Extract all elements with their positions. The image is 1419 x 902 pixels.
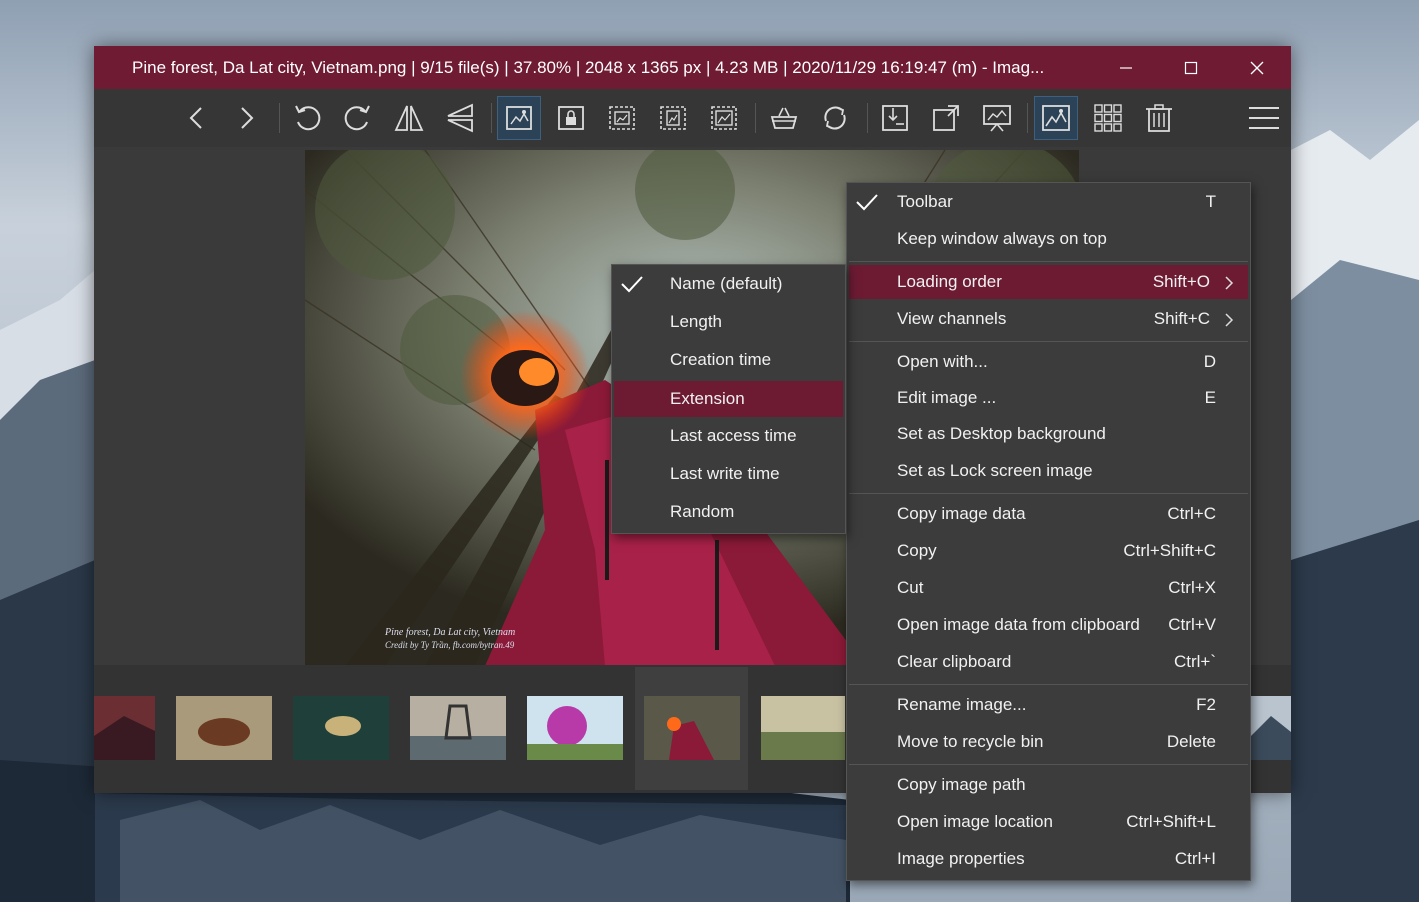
menu-item-set-desktop-background[interactable]: Set as Desktop background	[849, 417, 1248, 451]
thumbnail-2[interactable]	[176, 696, 272, 760]
submenu-item-random[interactable]: Random	[614, 495, 843, 529]
rotate-right-button[interactable]	[336, 96, 380, 140]
checkerboard-button[interactable]	[1086, 96, 1130, 140]
auto-zoom-button[interactable]	[497, 96, 541, 140]
menu-item-copy-image-path[interactable]: Copy image path	[849, 768, 1248, 802]
menu-item-open-image-location[interactable]: Open image location Ctrl+Shift+L	[849, 805, 1248, 839]
photo-caption-line2: Credit by Ty Trần, fb.com/bytran.49	[385, 640, 515, 650]
loading-order-submenu: Name (default) Length Creation time Exte…	[611, 264, 846, 534]
chevron-left-icon	[189, 107, 202, 129]
chevron-right-icon	[1225, 276, 1234, 290]
basket-icon	[770, 107, 798, 129]
lock-zoom-button[interactable]	[549, 96, 593, 140]
rotate-right-icon	[344, 105, 370, 131]
delete-button[interactable]	[1137, 96, 1181, 140]
flip-vertical-button[interactable]	[438, 96, 482, 140]
close-button[interactable]	[1226, 46, 1288, 89]
lock-icon	[558, 106, 584, 130]
previous-image-button[interactable]	[175, 96, 219, 140]
thumbnail-7[interactable]	[761, 696, 845, 760]
maximize-icon	[1184, 61, 1198, 74]
scale-to-height-button[interactable]	[651, 96, 695, 140]
toolbar	[94, 89, 1291, 147]
hamburger-menu-icon	[1249, 107, 1279, 129]
photo-caption-line1: Pine forest, Da Lat city, Vietnam	[384, 627, 515, 638]
checkmark-icon	[621, 276, 643, 293]
flip-vertical-icon	[447, 103, 473, 133]
fullscreen-icon	[933, 105, 959, 131]
title-bar[interactable]: Pine forest, Da Lat city, Vietnam.png | …	[94, 46, 1291, 89]
thumbnail-bar-button[interactable]	[1034, 96, 1078, 140]
close-icon	[1250, 61, 1264, 74]
scale-to-width-button[interactable]	[600, 96, 644, 140]
rotate-left-button[interactable]	[285, 96, 329, 140]
thumbnail-4[interactable]	[410, 696, 506, 760]
thumbnail-8[interactable]	[1251, 696, 1291, 760]
open-with-button[interactable]	[762, 96, 806, 140]
submenu-item-creation-time[interactable]: Creation time	[614, 343, 843, 377]
main-menu-button[interactable]	[1242, 96, 1286, 140]
slideshow-button[interactable]	[975, 96, 1019, 140]
menu-item-cut[interactable]: Cut Ctrl+X	[849, 571, 1248, 605]
flip-horizontal-icon	[394, 105, 424, 131]
scale-width-icon	[609, 106, 635, 130]
rotate-left-icon	[295, 105, 321, 131]
menu-item-loading-order[interactable]: Loading order Shift+O	[849, 265, 1248, 299]
next-image-button[interactable]	[224, 96, 268, 140]
context-menu: Toolbar T Keep window always on top Load…	[846, 182, 1251, 881]
image-icon	[1042, 105, 1070, 131]
menu-item-toolbar[interactable]: Toolbar T	[849, 185, 1248, 219]
window-title: Pine forest, Da Lat city, Vietnam.png | …	[132, 58, 1045, 77]
fit-window-icon	[882, 105, 908, 131]
menu-item-view-channels[interactable]: View channels Shift+C	[849, 302, 1248, 336]
refresh-icon	[824, 106, 846, 130]
minimize-icon	[1120, 66, 1132, 69]
chevron-right-icon	[241, 107, 254, 129]
scale-to-fit-button[interactable]	[702, 96, 746, 140]
scale-fit-icon	[711, 106, 737, 130]
menu-item-open-from-clipboard[interactable]: Open image data from clipboard Ctrl+V	[849, 608, 1248, 642]
fullscreen-button[interactable]	[924, 96, 968, 140]
menu-item-rename-image[interactable]: Rename image... F2	[849, 688, 1248, 722]
submenu-item-length[interactable]: Length	[614, 305, 843, 339]
refresh-button[interactable]	[813, 96, 857, 140]
menu-item-set-lock-screen[interactable]: Set as Lock screen image	[849, 454, 1248, 488]
menu-item-edit-image[interactable]: Edit image ... E	[849, 381, 1248, 415]
maximize-button[interactable]	[1160, 46, 1222, 89]
window-fit-button[interactable]	[873, 96, 917, 140]
chevron-right-icon	[1225, 313, 1234, 327]
thumbnail-6-current[interactable]	[644, 696, 740, 760]
submenu-item-last-access-time[interactable]: Last access time	[614, 419, 843, 453]
checkmark-icon	[856, 194, 878, 211]
menu-item-always-on-top[interactable]: Keep window always on top	[849, 222, 1248, 256]
submenu-item-name-default[interactable]: Name (default)	[614, 267, 843, 301]
menu-item-open-with[interactable]: Open with... D	[849, 345, 1248, 379]
thumbnail-1[interactable]	[94, 696, 155, 760]
menu-item-move-to-recycle-bin[interactable]: Move to recycle bin Delete	[849, 725, 1248, 759]
scale-height-icon	[660, 106, 686, 130]
submenu-item-extension[interactable]: Extension	[614, 381, 843, 417]
slideshow-icon	[983, 105, 1011, 132]
image-fit-icon	[506, 106, 532, 130]
menu-item-image-properties[interactable]: Image properties Ctrl+I	[849, 842, 1248, 876]
grid-icon	[1094, 104, 1122, 132]
menu-item-clear-clipboard[interactable]: Clear clipboard Ctrl+`	[849, 645, 1248, 679]
thumbnail-5[interactable]	[527, 696, 623, 760]
menu-item-copy[interactable]: Copy Ctrl+Shift+C	[849, 534, 1248, 568]
thumbnail-3[interactable]	[293, 696, 389, 760]
flip-horizontal-button[interactable]	[387, 96, 431, 140]
submenu-item-last-write-time[interactable]: Last write time	[614, 457, 843, 491]
trash-icon	[1146, 104, 1172, 132]
minimize-button[interactable]	[1095, 46, 1157, 89]
menu-item-copy-image-data[interactable]: Copy image data Ctrl+C	[849, 497, 1248, 531]
